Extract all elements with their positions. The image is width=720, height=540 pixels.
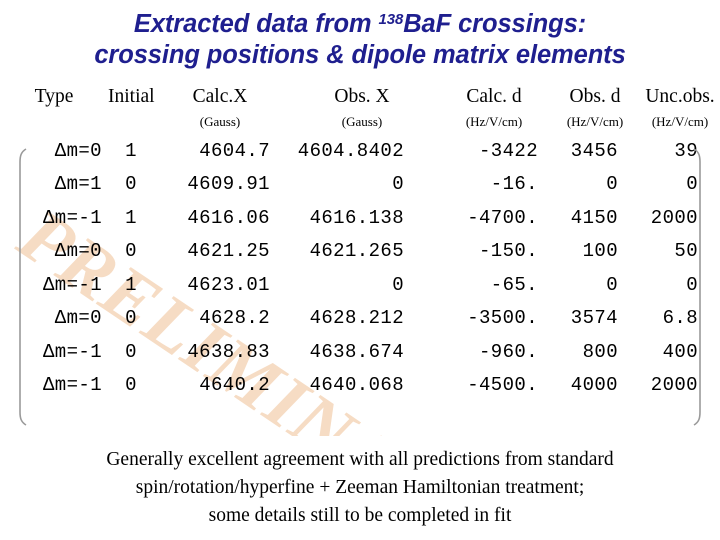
cell-unc-obs: 39 bbox=[674, 139, 698, 162]
column-unit-initial bbox=[108, 110, 154, 134]
cell-calc-x: 4621.25 bbox=[187, 240, 270, 263]
cell-calc-x: 4638.83 bbox=[187, 340, 270, 363]
cell-unc-obs: 50 bbox=[674, 240, 698, 263]
cell-type: Δm=-1 bbox=[42, 374, 102, 397]
cell-calc-x: 4604.7 bbox=[199, 139, 270, 162]
cell-initial: 0 bbox=[125, 173, 137, 196]
cell-calc-x: 4640.2 bbox=[199, 374, 270, 397]
cell-calc-d: -16. bbox=[490, 173, 538, 196]
summary-note-line-1: Generally excellent agreement with all p… bbox=[106, 449, 614, 470]
cell-obs-x: 4604.8402 bbox=[297, 139, 404, 162]
cell-initial: 0 bbox=[125, 307, 137, 330]
column-header-type: Type bbox=[34, 86, 74, 107]
column-header-initial: Initial bbox=[108, 86, 155, 107]
table-row: Δm=-1 0 4638.83 4638.674 -960. 800 400 bbox=[0, 335, 720, 369]
cell-obs-x: 4628.212 bbox=[309, 307, 404, 330]
cell-calc-d: -960. bbox=[478, 340, 538, 363]
column-unit-obs-x: (Gauss) bbox=[341, 114, 383, 129]
cell-obs-x: 4640.068 bbox=[309, 374, 404, 397]
table-body: Δm=0 1 4604.7 4604.8402 -3422 3456 39 Δm=1 0 4609… bbox=[0, 134, 720, 402]
cell-obs-d: 3574 bbox=[570, 307, 618, 330]
cell-type: Δm=-1 bbox=[42, 340, 102, 363]
table-row: Δm=0 0 4621.25 4621.265 -150. 100 50 bbox=[0, 235, 720, 269]
cell-unc-obs: 6.8 bbox=[662, 307, 698, 330]
column-unit-calc-d: (Hz/V/cm) bbox=[465, 114, 523, 129]
column-header-obs-d: Obs. d bbox=[569, 86, 621, 107]
cell-initial: 0 bbox=[125, 374, 137, 397]
cell-obs-d: 0 bbox=[606, 273, 618, 296]
title-line-1-prefix: Extracted data from bbox=[133, 10, 379, 38]
cell-calc-x: 4616.06 bbox=[187, 206, 270, 229]
cell-calc-d: -4700. bbox=[467, 206, 538, 229]
cell-calc-d: -150. bbox=[478, 240, 538, 263]
cell-type: Δm=0 bbox=[54, 307, 102, 330]
cell-initial: 1 bbox=[125, 139, 137, 162]
cell-obs-x: 0 bbox=[392, 173, 404, 196]
summary-note-line-2: spin/rotation/hyperfine + Zeeman Hamilto… bbox=[135, 477, 585, 498]
column-header-calc-d: Calc. d bbox=[466, 86, 522, 107]
cell-calc-x: 4623.01 bbox=[187, 273, 270, 296]
column-header-obs-x: Obs. X bbox=[334, 86, 390, 107]
cell-calc-d: -4500. bbox=[467, 374, 538, 397]
cell-unc-obs: 2000 bbox=[650, 206, 698, 229]
title-line-1: Extracted data from 138BaF crossings: bbox=[0, 4, 720, 40]
column-header-calc-x: Calc.X bbox=[192, 86, 248, 107]
cell-initial: 0 bbox=[125, 340, 137, 363]
table-row: Δm=0 1 4604.7 4604.8402 -3422 3456 39 bbox=[0, 134, 720, 168]
cell-obs-d: 4150 bbox=[570, 206, 618, 229]
table-row: Δm=0 0 4628.2 4628.212 -3500. 3574 6.8 bbox=[0, 302, 720, 336]
slide-title: Extracted data from 138BaF crossings: cr… bbox=[0, 4, 720, 71]
table-row: Δm=1 0 4609.91 0 -16. 0 0 bbox=[0, 168, 720, 202]
summary-note-line-3: some details still to be completed in fi… bbox=[208, 505, 512, 526]
cell-obs-d: 3456 bbox=[570, 139, 618, 162]
summary-note: Generally excellent agreement with all p… bbox=[0, 446, 720, 530]
cell-calc-d: -3500. bbox=[467, 307, 538, 330]
cell-obs-d: 800 bbox=[582, 340, 618, 363]
column-header-unc-obs: Unc.obs. bbox=[645, 86, 715, 107]
cell-obs-x: 4638.674 bbox=[309, 340, 404, 363]
cell-type: Δm=1 bbox=[54, 173, 102, 196]
column-unit-calc-x: (Gauss) bbox=[199, 114, 241, 129]
table-units-row: (Gauss) (Gauss) (Hz/V/cm) (Hz/V/cm) (Hz/… bbox=[0, 110, 720, 134]
column-unit-unc-obs: (Hz/V/cm) bbox=[651, 114, 709, 129]
cell-type: Δm=-1 bbox=[42, 273, 102, 296]
cell-unc-obs: 0 bbox=[686, 273, 698, 296]
cell-obs-x: 0 bbox=[392, 273, 404, 296]
column-unit-obs-d: (Hz/V/cm) bbox=[566, 114, 624, 129]
cell-unc-obs: 0 bbox=[686, 173, 698, 196]
title-line-2: crossing positions & dipole matrix eleme… bbox=[94, 41, 626, 69]
crossings-table: Type Initial Calc.X Obs. X Calc. d Obs. … bbox=[0, 84, 720, 402]
cell-initial: 1 bbox=[125, 273, 137, 296]
cell-obs-x: 4621.265 bbox=[309, 240, 404, 263]
cell-initial: 0 bbox=[125, 240, 137, 263]
cell-unc-obs: 2000 bbox=[650, 374, 698, 397]
cell-obs-d: 0 bbox=[606, 173, 618, 196]
isotope-superscript: 138 bbox=[378, 11, 404, 28]
cell-obs-d: 4000 bbox=[570, 374, 618, 397]
cell-type: Δm=0 bbox=[54, 240, 102, 263]
data-table-region: PRELIMINARY Type Initial Calc.X Obs. X C… bbox=[0, 84, 720, 436]
table-row: Δm=-1 0 4640.2 4640.068 -4500. 4000 2000 bbox=[0, 369, 720, 403]
cell-calc-x: 4628.2 bbox=[199, 307, 270, 330]
cell-initial: 1 bbox=[125, 206, 137, 229]
cell-calc-x: 4609.91 bbox=[187, 173, 270, 196]
cell-type: Δm=-1 bbox=[42, 206, 102, 229]
title-line-1-suffix: BaF crossings: bbox=[403, 10, 587, 38]
cell-obs-x: 4616.138 bbox=[309, 206, 404, 229]
cell-unc-obs: 400 bbox=[662, 340, 698, 363]
cell-calc-d: -3422 bbox=[478, 139, 538, 162]
table-row: Δm=-1 1 4623.01 0 -65. 0 0 bbox=[0, 268, 720, 302]
cell-obs-d: 100 bbox=[582, 240, 618, 263]
cell-type: Δm=0 bbox=[54, 139, 102, 162]
table-row: Δm=-1 1 4616.06 4616.138 -4700. 4150 2000 bbox=[0, 201, 720, 235]
cell-calc-d: -65. bbox=[490, 273, 538, 296]
column-unit-type bbox=[0, 110, 108, 134]
table-header-row: Type Initial Calc.X Obs. X Calc. d Obs. … bbox=[0, 84, 720, 110]
